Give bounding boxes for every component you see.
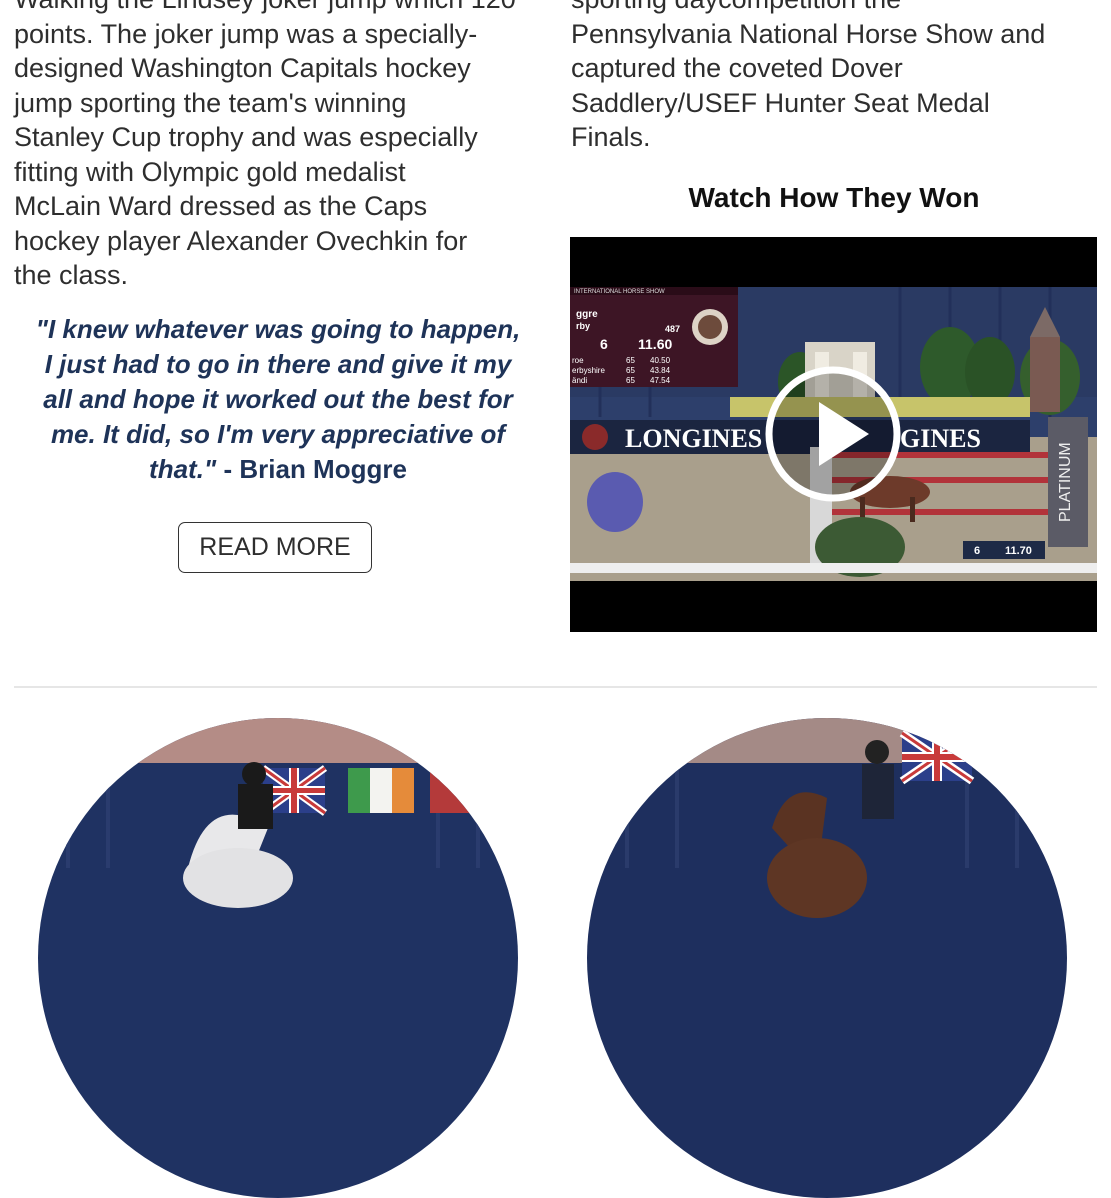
scoreboard-rank: 6: [600, 336, 608, 352]
scoreboard-header: INTERNATIONAL HORSE SHOW: [574, 289, 665, 295]
timer-time: 11.70: [1005, 545, 1032, 557]
scoreboard-time: 11.60: [638, 336, 672, 352]
paragraph-line: Walking the Lindsey joker jump which 120: [14, 0, 516, 14]
quote-line: all and hope it worked out the best for: [43, 384, 513, 414]
uk-flag-icon: [899, 729, 975, 785]
paragraph-line: the class.: [14, 260, 129, 290]
read-more-button[interactable]: READ MORE: [178, 522, 372, 573]
quote-line: me. It did, so I'm very appreciative of: [50, 419, 506, 449]
paragraph-line: Stanley Cup trophy and was especially: [14, 122, 478, 152]
paragraph-line: designed Washington Capitals hockey: [14, 53, 471, 83]
scoreboard-row-time: 43.84: [650, 366, 671, 375]
paragraph-line: jump sporting the team's winning: [14, 87, 407, 118]
scoreboard-faults: 65: [626, 356, 635, 365]
paragraph-line: Saddlery/USEF Hunter Seat Medal: [571, 87, 990, 118]
side-banner-text: PLATINUM: [1057, 442, 1074, 522]
banner-text: GINES: [900, 424, 981, 453]
quote-line: that.": [149, 454, 217, 484]
paragraph-line: Finals.: [571, 122, 651, 152]
play-icon[interactable]: [763, 364, 903, 504]
article-paragraph-right: sporting daycompetition the Pennsylvania…: [571, 0, 1101, 155]
scoreboard-row-name: ändi: [572, 376, 587, 385]
ireland-flag-icon: [348, 768, 414, 813]
section-divider: [14, 686, 1097, 688]
quote-author: - Brian Moggre: [216, 454, 407, 484]
paragraph-line: McLain Ward dressed as the Caps: [14, 191, 428, 221]
right-article-column: sporting daycompetition the Pennsylvania…: [571, 0, 1101, 155]
rider-photo-right: [587, 718, 1067, 1198]
video-player[interactable]: INTERNATIONAL HORSE SHOW ggre rby 487 6 …: [570, 237, 1097, 632]
scoreboard-score: 487: [665, 324, 680, 334]
left-article-column: Walking the Lindsey joker jump which 120…: [14, 0, 544, 293]
paragraph-line: fitting with Olympic gold medalist: [14, 156, 406, 187]
scoreboard-row-name: rby: [576, 321, 590, 331]
quote-line: I just had to go in there and give it my: [44, 349, 512, 379]
paragraph-line: captured the coveted Dover: [571, 53, 903, 83]
scoreboard-row-name: erbyshire: [572, 366, 605, 375]
article-paragraph-left: Walking the Lindsey joker jump which 120…: [14, 0, 544, 293]
rider-photo-left: [38, 718, 518, 1198]
scoreboard-row-time: 47.54: [650, 376, 671, 385]
quote-line: "I knew whatever was going to happen,: [35, 314, 521, 344]
paragraph-line: Pennsylvania National Horse Show and: [571, 18, 1046, 49]
scoreboard-row-name: ggre: [576, 309, 598, 320]
scoreboard-row-time: 40.50: [650, 356, 671, 365]
banner-text: LONGINES: [625, 424, 762, 453]
paragraph-line: hockey player Alexander Ovechkin for: [14, 225, 468, 256]
paragraph-line: sporting daycompetition the: [571, 0, 901, 14]
pull-quote: "I knew whatever was going to happen, I …: [14, 312, 542, 487]
scoreboard-faults: 65: [626, 376, 635, 385]
scoreboard-faults: 65: [626, 366, 635, 375]
paragraph-line: points. The joker jump was a specially-: [14, 18, 478, 49]
timer-rank: 6: [974, 545, 980, 557]
video-section-heading: Watch How They Won: [688, 182, 980, 213]
scoreboard-row-name: roe: [572, 356, 584, 365]
